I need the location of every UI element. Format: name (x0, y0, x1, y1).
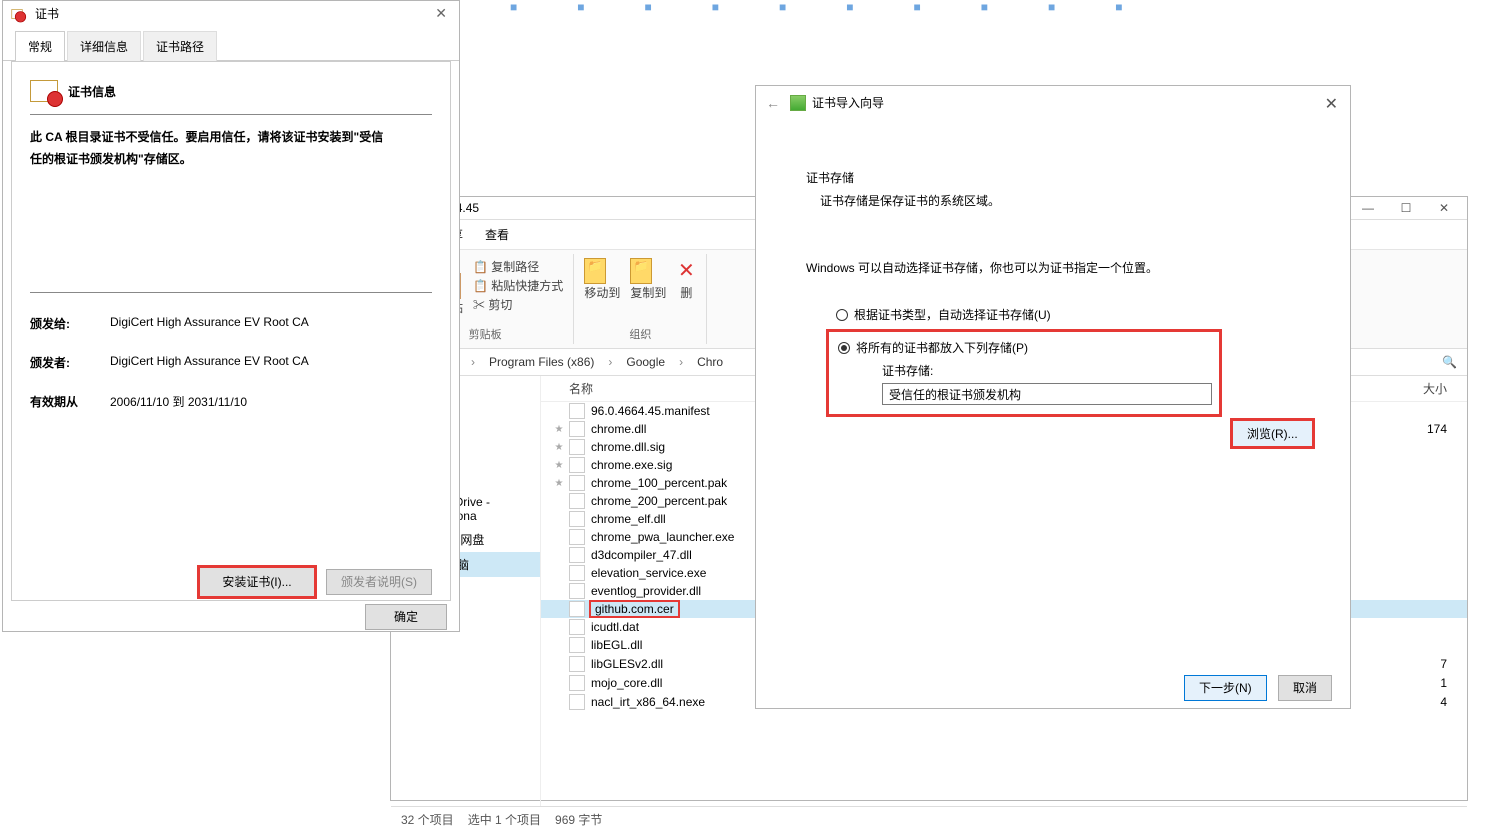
file-icon (569, 457, 585, 473)
status-count: 32 个项目 (401, 811, 454, 828)
window-controls: — ☐ ✕ (1349, 201, 1463, 215)
copy-path-action[interactable]: 📋 复制路径 (473, 258, 563, 277)
cert-info-heading: 证书信息 (68, 83, 116, 100)
file-icon (569, 656, 585, 672)
valid-value: 2006/11/10 到 2031/11/10 (110, 393, 247, 410)
store-label: 证书存储: (882, 362, 1212, 379)
file-icon (569, 421, 585, 437)
radio-icon (836, 309, 848, 321)
file-icon (569, 565, 585, 581)
file-icon (569, 529, 585, 545)
radio-auto-store[interactable]: 根据证书类型，自动选择证书存储(U) (836, 306, 1300, 323)
file-icon (569, 403, 585, 419)
minimize-button[interactable]: — (1349, 201, 1387, 215)
search-icon[interactable]: 🔍 (1442, 355, 1457, 369)
close-button[interactable]: ✕ (1425, 201, 1463, 215)
browse-button[interactable]: 浏览(R)... (1232, 420, 1313, 447)
wizard-description: Windows 可以自动选择证书存储，你也可以为证书指定一个位置。 (806, 259, 1300, 276)
wizard-icon (790, 95, 806, 111)
file-icon (569, 583, 585, 599)
cut-action[interactable]: ✂ 剪切 (473, 296, 563, 315)
file-icon (569, 675, 585, 691)
col-size[interactable]: 大小 (1423, 380, 1447, 397)
status-selection: 选中 1 个项目 (468, 811, 541, 828)
cert-import-wizard: ✕ ← 证书导入向导 证书存储 证书存储是保存证书的系统区域。 Windows … (755, 85, 1351, 709)
pin-icon: ★ (549, 442, 569, 453)
file-icon (569, 637, 585, 653)
radio-specify-store[interactable]: 将所有的证书都放入下列存储(P) (838, 339, 1212, 356)
close-icon[interactable]: ✕ (429, 5, 453, 22)
file-size: 174 (1427, 422, 1447, 436)
copyto-icon[interactable]: 📁复制到 (630, 258, 666, 301)
file-size: 4 (1440, 695, 1447, 709)
cert-warning-text: 此 CA 根目录证书不受信任。要启用信任，请将该证书安装到"受信 任的根证书颁发… (30, 127, 432, 170)
issuer-statement-button[interactable]: 颁发者说明(S) (326, 569, 432, 595)
pin-icon: ★ (549, 424, 569, 435)
pin-icon: ★ (549, 478, 569, 489)
cert-tabs: 常规 详细信息 证书路径 (3, 30, 459, 61)
file-icon (569, 694, 585, 710)
file-size: 7 (1440, 657, 1447, 671)
file-icon (569, 601, 585, 617)
ok-button[interactable]: 确定 (365, 604, 447, 630)
file-icon (569, 619, 585, 635)
radio-icon (838, 342, 850, 354)
cert-title: 证书 (35, 5, 59, 22)
cancel-button[interactable]: 取消 (1278, 675, 1332, 701)
issued-to-label: 颁发给: (30, 315, 110, 332)
pin-icon: ★ (549, 460, 569, 471)
clipboard-actions: 📋 复制路径 📋 粘贴快捷方式 ✂ 剪切 (473, 258, 563, 316)
file-icon (569, 547, 585, 563)
install-cert-button[interactable]: 安装证书(I)... (199, 567, 314, 597)
file-icon (569, 511, 585, 527)
cert-warn-icon (30, 80, 58, 102)
tab-path[interactable]: 证书路径 (143, 31, 217, 61)
tab-view[interactable]: 查看 (485, 226, 509, 243)
issued-by-label: 颁发者: (30, 354, 110, 371)
tab-general[interactable]: 常规 (15, 31, 65, 61)
delete-icon[interactable]: ✕删 (676, 258, 696, 301)
status-size: 969 字节 (555, 811, 602, 828)
cert-icon (11, 9, 22, 19)
store-input[interactable] (882, 383, 1212, 405)
cert-titlebar[interactable]: 证书 ✕ (3, 1, 459, 26)
file-size: 1 (1440, 676, 1447, 690)
issued-to-value: DigiCert High Assurance EV Root CA (110, 315, 309, 332)
file-icon (569, 439, 585, 455)
next-button[interactable]: 下一步(N) (1184, 675, 1267, 701)
back-icon[interactable]: ← (766, 95, 780, 111)
breadcrumb[interactable]: Program Files (x86) (485, 353, 598, 371)
issued-by-value: DigiCert High Assurance EV Root CA (110, 354, 309, 371)
file-icon (569, 493, 585, 509)
moveto-icon[interactable]: 📁移动到 (584, 258, 620, 301)
breadcrumb[interactable]: Google (622, 353, 669, 371)
organize-group-label: 组织 (629, 324, 651, 344)
wizard-heading: 证书存储 (806, 169, 1300, 186)
valid-label: 有效期从 (30, 393, 110, 410)
wizard-title: 证书导入向导 (812, 94, 884, 111)
file-icon (569, 475, 585, 491)
status-bar: 32 个项目 选中 1 个项目 969 字节 (391, 806, 1467, 832)
maximize-button[interactable]: ☐ (1387, 201, 1425, 215)
certificate-dialog: 证书 ✕ 常规 详细信息 证书路径 证书信息 此 CA 根目录证书不受信任。要启… (2, 0, 460, 632)
wizard-subheading: 证书存储是保存证书的系统区域。 (820, 192, 1300, 209)
clipboard-group-label: 剪贴板 (469, 324, 502, 344)
paste-shortcut-action[interactable]: 📋 粘贴快捷方式 (473, 277, 563, 296)
breadcrumb[interactable]: Chro (693, 353, 727, 371)
close-icon[interactable]: ✕ (1325, 94, 1338, 114)
tab-details[interactable]: 详细信息 (67, 31, 141, 61)
taskbar-fragment (480, 0, 1497, 14)
